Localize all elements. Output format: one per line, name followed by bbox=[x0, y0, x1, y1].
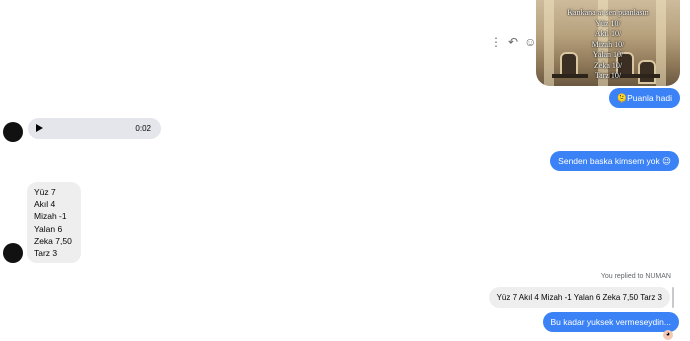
smile-icon[interactable]: ☺ bbox=[524, 35, 536, 49]
wink-emoji: 😉 bbox=[662, 156, 671, 166]
stat-line: Akıl 4 bbox=[34, 199, 56, 210]
message-text: Senden baska kimsem yok bbox=[558, 156, 660, 166]
message-senden[interactable]: Senden baska kimsem yok 😉 bbox=[550, 151, 679, 171]
message-puanla-hadi[interactable]: 🫠Puanla hadi bbox=[608, 88, 680, 108]
message-actions: ⋮ ↶ ☺ bbox=[490, 35, 536, 49]
voice-duration: 0:02 bbox=[135, 124, 151, 133]
quoted-message[interactable]: Yüz 7 Akıl 4 Mizah -1 Yalan 6 Zeka 7,50 … bbox=[488, 287, 670, 308]
photo-line: Zeka 10/ bbox=[593, 60, 623, 70]
stat-line: Mizah -1 bbox=[34, 211, 67, 222]
message-text: Bu kadar yuksek vermeseydin... bbox=[550, 317, 671, 327]
reply-icon[interactable]: ↶ bbox=[508, 35, 518, 49]
quote-bar bbox=[672, 287, 674, 308]
play-icon[interactable] bbox=[36, 124, 43, 132]
photo-line: Mizah 10/ bbox=[591, 39, 625, 49]
avatar[interactable] bbox=[3, 122, 23, 142]
shared-photo[interactable]: Kankana at sen puanlasın Yüz 10/ Akıl 10… bbox=[536, 0, 680, 86]
stat-line: Yüz 7 bbox=[34, 187, 56, 197]
photo-line: Tarz 10/ bbox=[594, 71, 622, 80]
photo-line: Yüz 10/ bbox=[595, 18, 621, 28]
message-stats[interactable]: Yüz 7 Akıl 4 Mizah -1 Yalan 6 Zeka 7,50 … bbox=[27, 182, 81, 263]
photo-caption: Kankana at sen puanlasın Yüz 10/ Akıl 10… bbox=[536, 8, 680, 82]
more-vertical-icon[interactable]: ⋮ bbox=[490, 35, 502, 49]
stat-line: Yalan 6 bbox=[34, 223, 63, 234]
stat-line: Zeka 7,50 bbox=[34, 235, 72, 246]
photo-line: Kankana at sen puanlasın bbox=[567, 8, 649, 17]
avatar[interactable] bbox=[3, 243, 23, 263]
message-text: Puanla hadi bbox=[627, 93, 672, 103]
voice-message[interactable]: 0:02 bbox=[28, 118, 161, 139]
photo-line: Akıl 10/ bbox=[594, 29, 622, 38]
seen-avatar: ◕ bbox=[663, 330, 673, 340]
photo-line: Yalan 10/ bbox=[592, 50, 624, 59]
message-last[interactable]: Bu kadar yuksek vermeseydin... bbox=[542, 312, 679, 332]
stat-line: Tarz 3 bbox=[34, 248, 58, 259]
replied-label: You replied to NUMAN bbox=[600, 273, 671, 280]
melting-face-emoji: 🫠 bbox=[616, 93, 628, 103]
